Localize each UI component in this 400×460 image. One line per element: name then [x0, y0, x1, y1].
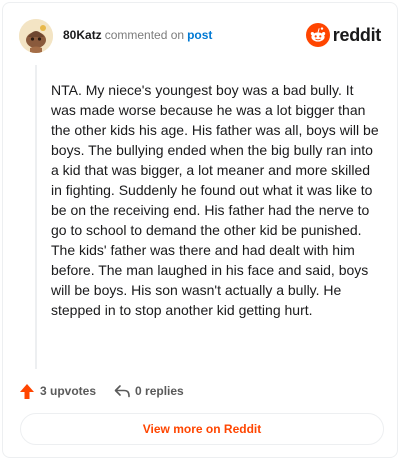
upvote-arrow-icon	[20, 383, 34, 399]
post-link[interactable]: post	[187, 28, 212, 42]
reply-arrow-icon	[114, 385, 130, 398]
upvote-button[interactable]: 3 upvotes	[19, 383, 96, 400]
commented-on-text: commented on	[104, 28, 185, 42]
comment-actions: 3 upvotes 0 replies	[19, 381, 202, 401]
avatar[interactable]	[19, 19, 53, 53]
comment-body: NTA. My niece's youngest boy was a bad b…	[51, 82, 379, 318]
username-link[interactable]: 80Katz	[63, 28, 102, 42]
reddit-wordmark: reddit	[332, 24, 382, 45]
comment-meta: 80Katz commented on post	[63, 28, 212, 42]
reddit-alien-icon	[305, 23, 330, 47]
upvote-count: 3 upvotes	[40, 384, 97, 398]
reddit-logo[interactable]: reddit	[305, 21, 382, 49]
view-more-on-reddit-button[interactable]: View more on Reddit	[20, 413, 384, 445]
comment-header: 80Katz commented on post reddit	[19, 19, 381, 53]
comment-embed-card: 80Katz commented on post reddit NTA. My ni…	[2, 2, 398, 458]
thread-line	[35, 65, 37, 369]
avatar-image	[19, 19, 53, 53]
reply-count: 0 replies	[135, 384, 184, 398]
reply-button[interactable]: 0 replies	[114, 384, 184, 398]
